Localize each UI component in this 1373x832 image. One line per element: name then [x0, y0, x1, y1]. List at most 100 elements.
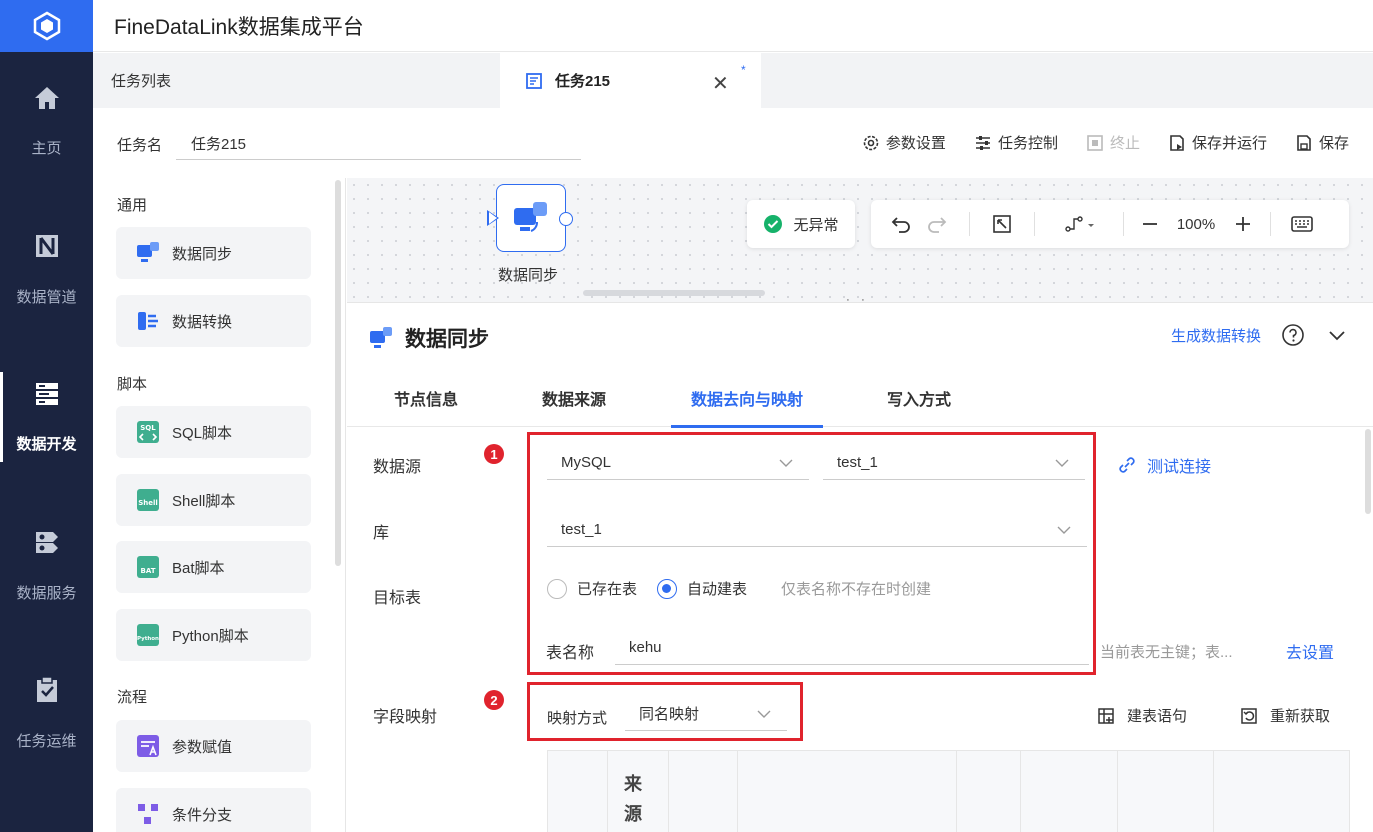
palette-item-shell[interactable]: Shell Shell脚本: [116, 474, 311, 526]
help-icon[interactable]: [1281, 323, 1305, 347]
keyboard-button[interactable]: [1271, 216, 1333, 232]
label-datasource: 数据源: [373, 459, 422, 476]
create-table-statement-label: 建表语句: [1127, 708, 1188, 725]
dev-icon: [35, 382, 58, 405]
target-table-options: 已存在表 自动建表 仅表名称不存在时创建: [547, 578, 931, 599]
refetch-button[interactable]: 重新获取: [1240, 705, 1330, 726]
nav-item-ops[interactable]: 任务运维: [0, 658, 93, 768]
tab-node-info[interactable]: 节点信息: [394, 369, 458, 427]
go-settings-link[interactable]: 去设置: [1286, 639, 1334, 663]
app-logo[interactable]: [0, 0, 93, 52]
save-and-run-label: 保存并运行: [1191, 135, 1267, 152]
palette-item-data-sync[interactable]: 数据同步: [116, 227, 311, 279]
node-output-port[interactable]: [559, 212, 573, 226]
table-name-input[interactable]: [615, 631, 1089, 665]
section-flow: 流程: [117, 689, 148, 706]
nav-item-home[interactable]: 主页: [0, 66, 93, 176]
stop-icon: [1087, 134, 1103, 151]
node-label: 数据同步: [498, 267, 559, 284]
tab-write-mode[interactable]: 写入方式: [887, 369, 951, 427]
zoom-in-button[interactable]: [1216, 215, 1270, 233]
datasource-type-value: MySQL: [561, 454, 612, 471]
radio-auto-create-label: 自动建表: [687, 581, 748, 598]
nav-item-service[interactable]: 数据服务: [0, 510, 93, 620]
chevron-down-icon: [1055, 459, 1069, 467]
close-tab-icon[interactable]: ✕: [712, 71, 729, 96]
palette-item-python[interactable]: Python Python脚本: [116, 609, 311, 661]
datasource-connection-select[interactable]: test_1: [823, 446, 1085, 480]
fit-view-icon: [993, 215, 1011, 233]
palette-item-param-assign[interactable]: 参数赋值: [116, 720, 311, 772]
plus-icon: [1236, 217, 1250, 231]
param-assign-icon: [137, 735, 159, 757]
flow-canvas[interactable]: 数据同步 无异常 100% ⋮⋮: [347, 178, 1373, 312]
chevron-down-icon: [757, 710, 771, 718]
table-column-divider: [956, 751, 957, 832]
zoom-out-button[interactable]: [1124, 215, 1176, 233]
nav-item-pipeline[interactable]: 数据管道: [0, 214, 93, 324]
shell-icon-text: Shell: [138, 499, 158, 507]
chevron-down-icon: [1057, 526, 1071, 534]
radio-auto-create[interactable]: 自动建表: [657, 578, 747, 599]
layout-button[interactable]: [1035, 215, 1123, 233]
undo-icon: [891, 217, 910, 233]
palette-item-label: 数据转换: [172, 313, 233, 331]
label-database: 库: [373, 525, 390, 542]
table-column-divider: [1020, 751, 1021, 832]
nav-item-dev[interactable]: 数据开发: [0, 362, 93, 472]
refetch-label: 重新获取: [1270, 708, 1331, 725]
panel-title: 数据同步: [405, 328, 489, 351]
label-field-mapping: 字段映射: [373, 709, 438, 726]
collapse-chevron-icon[interactable]: [1325, 323, 1349, 347]
panel-actions: 生成数据转换: [1171, 323, 1349, 347]
panel-scrollbar[interactable]: [1365, 429, 1371, 514]
tab-destination-mapping[interactable]: 数据去向与映射: [670, 369, 824, 428]
label-target-table: 目标表: [373, 590, 422, 607]
status-text: 无异常: [793, 216, 839, 234]
nav-label-pipeline: 数据管道: [16, 288, 77, 306]
palette-item-bat[interactable]: BAT Bat脚本: [116, 541, 311, 593]
node-input-port[interactable]: [487, 210, 499, 226]
fit-view-button[interactable]: [970, 214, 1034, 234]
palette-scrollbar[interactable]: [335, 180, 341, 566]
redo-button[interactable]: [919, 215, 955, 233]
redo-icon: [928, 217, 947, 233]
tab-label: 节点信息: [394, 392, 459, 409]
canvas-scrollbar[interactable]: [583, 290, 765, 296]
save-and-run-button[interactable]: 保存并运行: [1168, 132, 1267, 153]
save-run-icon: [1170, 134, 1184, 151]
task-name-input[interactable]: [176, 128, 581, 160]
undo-button[interactable]: [883, 215, 919, 233]
layout-icon: [1065, 216, 1094, 232]
data-sync-node-icon: [514, 202, 547, 232]
palette-item-condition-branch[interactable]: 条件分支: [116, 788, 311, 832]
radio-existing-table[interactable]: 已存在表: [547, 578, 637, 599]
tab-task-list-label: 任务列表: [111, 73, 172, 90]
save-button[interactable]: 保存: [1295, 132, 1349, 153]
mapping-method-select[interactable]: 同名映射: [625, 697, 787, 731]
pipeline-icon: [35, 234, 58, 257]
database-select[interactable]: test_1: [547, 513, 1087, 547]
palette-item-label: Python脚本: [172, 627, 249, 645]
create-table-statement-button[interactable]: 建表语句: [1097, 705, 1187, 726]
primary-key-hint: 当前表无主键；表...: [1100, 644, 1233, 661]
nav-label-service: 数据服务: [16, 584, 77, 602]
tab-data-source[interactable]: 数据来源: [542, 369, 606, 427]
data-transform-icon: [138, 312, 158, 330]
datasource-type-select[interactable]: MySQL: [547, 446, 809, 480]
data-sync-node[interactable]: [487, 184, 573, 252]
test-connection-button[interactable]: 测试连接: [1117, 453, 1211, 477]
section-script: 脚本: [117, 376, 148, 393]
task-control-button[interactable]: 任务控制: [974, 132, 1058, 153]
stop-button[interactable]: 终止: [1086, 132, 1140, 153]
palette-item-data-transform[interactable]: 数据转换: [116, 295, 311, 347]
palette-item-label: 数据同步: [172, 245, 233, 263]
unsaved-mark: *: [741, 63, 746, 77]
tab-task-list[interactable]: 任务列表: [111, 53, 171, 108]
params-settings-button[interactable]: 参数设置: [862, 132, 946, 153]
tab-task-215[interactable]: 任务215 ✕ *: [500, 53, 761, 108]
palette-item-sql[interactable]: SQL SQL脚本: [116, 406, 311, 458]
sql-script-icon: SQL: [137, 421, 159, 443]
generate-transform-link[interactable]: 生成数据转换: [1171, 325, 1261, 346]
tab-label: 写入方式: [887, 392, 952, 409]
